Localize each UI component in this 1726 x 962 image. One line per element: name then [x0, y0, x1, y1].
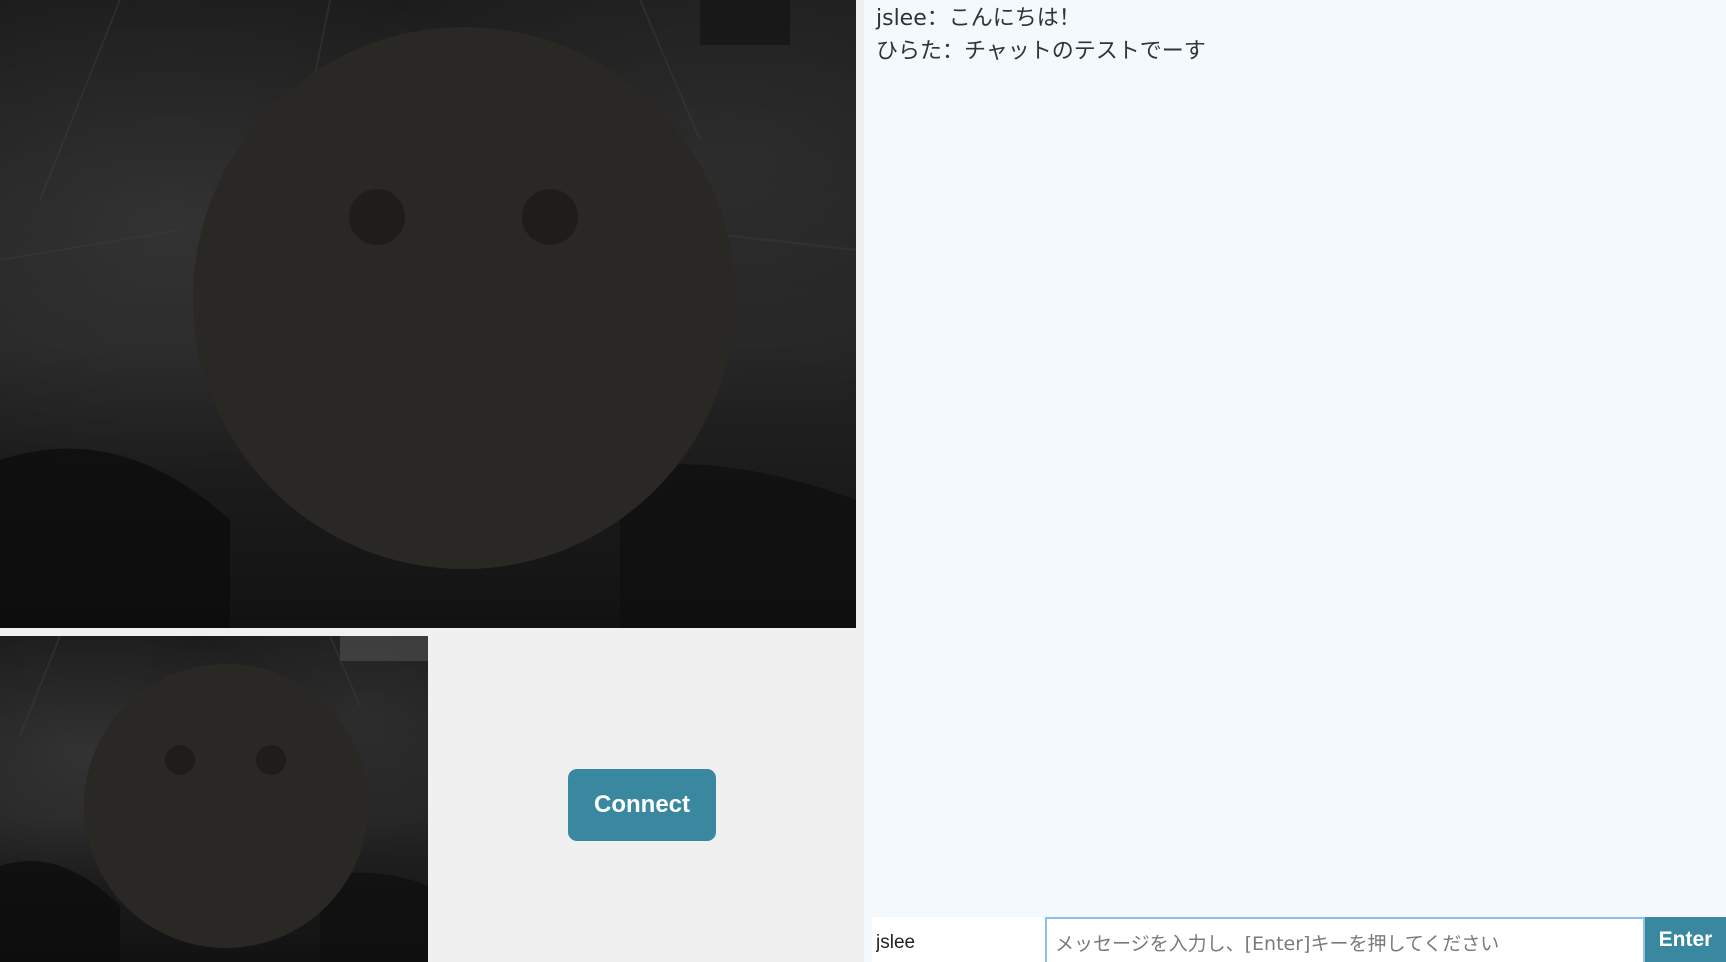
smiley-avatar-icon — [193, 27, 735, 569]
message-input[interactable] — [1045, 917, 1645, 962]
chat-panel: jslee：こんにちは！ ひらた：チャットのテストでーす Enter — [864, 0, 1726, 962]
local-video — [0, 636, 428, 962]
smiley-avatar-icon — [84, 664, 368, 948]
local-video-frame — [0, 636, 428, 962]
enter-button[interactable]: Enter — [1645, 917, 1726, 962]
username-field[interactable] — [872, 917, 1045, 962]
chat-message: jslee：こんにちは！ — [876, 6, 1081, 31]
chat-message: ひらた：チャットのテストでーす — [876, 39, 1206, 64]
chat-form: Enter — [872, 917, 1726, 962]
video-chat-app: Connect jslee：こんにちは！ ひらた：チャットのテストでーす Ent… — [0, 0, 1726, 962]
remote-video-frame — [0, 0, 856, 628]
remote-video — [0, 0, 856, 628]
connect-button[interactable]: Connect — [568, 769, 716, 841]
chat-log: jslee：こんにちは！ ひらた：チャットのテストでーす — [876, 2, 1714, 68]
